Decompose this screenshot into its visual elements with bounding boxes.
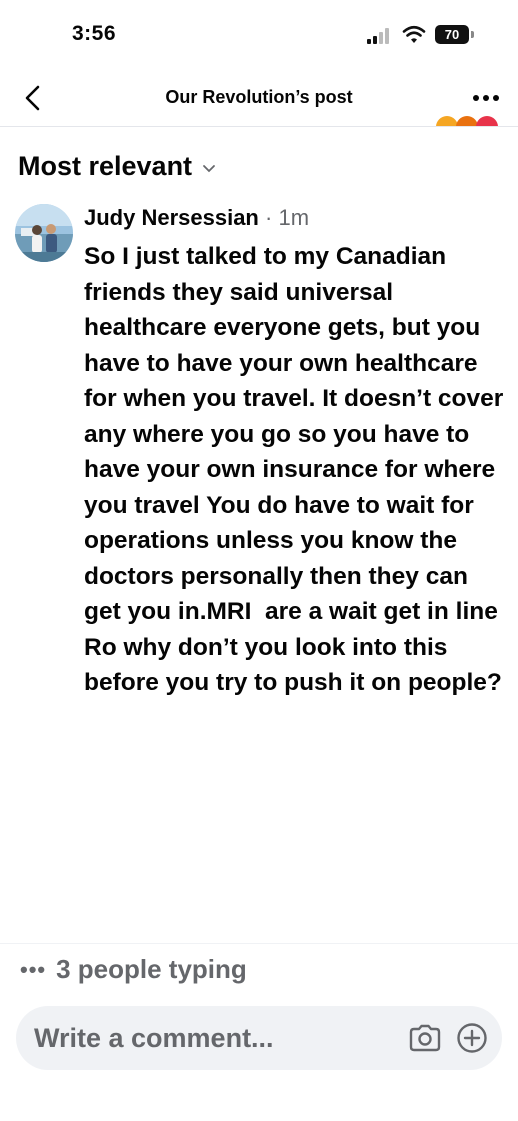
typing-indicator: ••• 3 people typing <box>20 954 247 985</box>
avatar[interactable] <box>15 204 73 262</box>
reaction-summary-row <box>0 112 518 126</box>
add-attachment-icon[interactable] <box>456 1022 488 1054</box>
comment: Judy Nersessian · 1m So I just talked to… <box>84 203 504 701</box>
more-options-icon[interactable] <box>466 82 506 114</box>
reaction-icons[interactable] <box>436 116 500 126</box>
comment-author[interactable]: Judy Nersessian <box>84 205 259 230</box>
reaction-icon <box>476 116 498 126</box>
comment-input[interactable] <box>34 1006 394 1070</box>
chevron-down-icon <box>203 164 215 172</box>
typing-dots-icon: ••• <box>20 956 47 982</box>
comment-composer[interactable] <box>16 1006 502 1070</box>
sort-label: Most relevant <box>18 151 193 181</box>
wifi-icon <box>402 25 426 43</box>
typing-text: 3 people typing <box>56 954 247 984</box>
battery-icon: 70 <box>435 25 469 44</box>
cellular-signal-icon <box>367 28 395 44</box>
comment-sort-dropdown[interactable]: Most relevant <box>18 151 216 182</box>
status-bar: 3:56 70 <box>0 0 518 70</box>
divider <box>0 943 518 944</box>
reaction-icon <box>436 116 458 126</box>
comment-header: Judy Nersessian · 1m <box>84 203 504 233</box>
status-time: 3:56 <box>72 22 117 45</box>
comment-timestamp: 1m <box>278 205 310 230</box>
page-title: Our Revolution’s post <box>165 87 353 107</box>
separator-dot: · <box>265 205 273 230</box>
camera-icon[interactable] <box>408 1022 442 1054</box>
battery-tip <box>471 31 474 38</box>
reaction-icon <box>456 116 478 126</box>
comment-body: So I just talked to my Canadian friends … <box>84 243 511 696</box>
